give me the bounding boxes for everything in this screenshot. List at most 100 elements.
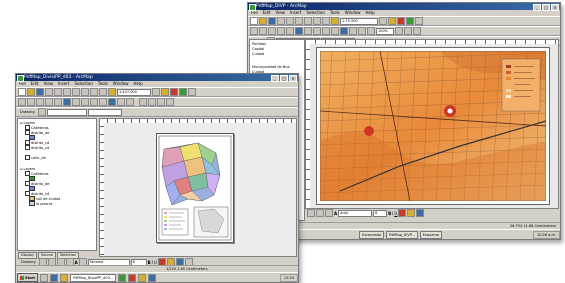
full-extent-icon[interactable] xyxy=(63,98,71,106)
delete-icon[interactable] xyxy=(81,88,89,96)
forward-extent-icon[interactable] xyxy=(81,98,89,106)
zoom-out-icon[interactable] xyxy=(27,98,35,106)
map-scale-combo[interactable]: 1:75,500 xyxy=(340,17,378,25)
save-icon[interactable] xyxy=(36,88,44,96)
font-size-combo[interactable]: 8 xyxy=(373,209,388,217)
paste-icon[interactable] xyxy=(304,17,312,25)
font-combo[interactable]: Arial xyxy=(338,209,373,217)
help-icon[interactable] xyxy=(188,88,196,96)
map-scale-combo[interactable]: 1:447,000 xyxy=(117,88,151,96)
menu-selection[interactable]: Selection xyxy=(306,10,324,16)
open-icon[interactable] xyxy=(259,17,267,25)
menu-tools[interactable]: Tools xyxy=(330,10,340,16)
text-tool-icon[interactable]: A xyxy=(334,211,337,216)
save-icon[interactable] xyxy=(268,17,276,25)
measure-icon[interactable] xyxy=(126,98,134,106)
arctoolbox-icon[interactable] xyxy=(170,88,178,96)
fixed-zoom-out-icon[interactable] xyxy=(277,27,285,35)
full-extent-icon[interactable] xyxy=(295,27,303,35)
forward-extent-icon[interactable] xyxy=(313,27,321,35)
layout-pan-icon[interactable] xyxy=(404,27,412,35)
select-elements-icon[interactable] xyxy=(331,27,339,35)
taskbar-task[interactable]: Esquema xyxy=(419,230,442,239)
drawing-menu[interactable]: Drawing xyxy=(19,260,38,264)
layout-fixed-icon[interactable] xyxy=(166,98,174,106)
taskbar-icon[interactable] xyxy=(118,273,127,282)
menu-insert[interactable]: Insert xyxy=(58,81,69,87)
undo-icon[interactable] xyxy=(322,17,330,25)
fixed-zoom-in-icon[interactable] xyxy=(268,27,276,35)
layer-checkbox[interactable] xyxy=(25,145,30,150)
taskbar-task[interactable]: PdfMap_DIVP... xyxy=(385,230,418,239)
add-data-icon[interactable] xyxy=(108,88,116,96)
pan-icon[interactable] xyxy=(54,98,62,106)
taskbar-icon[interactable] xyxy=(138,273,147,282)
zoom-out-icon[interactable] xyxy=(259,27,267,35)
menu-view[interactable]: View xyxy=(275,10,285,16)
delete-icon[interactable] xyxy=(313,17,321,25)
identify-icon[interactable] xyxy=(108,98,116,106)
model-icon[interactable] xyxy=(179,88,187,96)
menu-insert[interactable]: Insert xyxy=(290,10,301,16)
menu-help[interactable]: Help xyxy=(366,10,375,16)
menu-window[interactable]: Window xyxy=(113,81,129,87)
italic-icon[interactable]: I xyxy=(392,211,393,216)
sketch-icon[interactable] xyxy=(37,108,46,116)
menu-edit[interactable]: Edit xyxy=(31,81,39,87)
rectangle-icon[interactable] xyxy=(325,209,333,217)
hyperlink-icon[interactable] xyxy=(367,27,375,35)
close-icon[interactable]: × xyxy=(551,4,559,11)
paste-icon[interactable] xyxy=(72,88,80,96)
layout-full-icon[interactable] xyxy=(157,98,165,106)
close-icon[interactable]: × xyxy=(289,75,297,82)
back-layout-view[interactable] xyxy=(305,39,559,209)
menu-help[interactable]: Help xyxy=(134,81,143,87)
new-icon[interactable] xyxy=(250,17,258,25)
back-extent-icon[interactable] xyxy=(304,27,312,35)
fill-color-icon[interactable] xyxy=(407,209,416,217)
menu-view[interactable]: View xyxy=(43,81,53,87)
underline-icon[interactable]: U xyxy=(394,211,397,216)
italic-icon[interactable]: I xyxy=(152,260,153,265)
rotate-icon[interactable] xyxy=(316,209,324,217)
maximize-icon[interactable]: □ xyxy=(280,75,288,82)
zoom-combo[interactable]: 100% xyxy=(376,27,394,35)
fixed-zoom-in-icon[interactable] xyxy=(36,98,44,106)
catalog-icon[interactable] xyxy=(388,17,396,25)
fixed-zoom-out-icon[interactable] xyxy=(45,98,53,106)
menu-tools[interactable]: Tools xyxy=(98,81,108,87)
layout-zoom-icon[interactable] xyxy=(139,98,147,106)
find-icon[interactable] xyxy=(117,98,125,106)
layout-full-icon[interactable] xyxy=(413,27,421,35)
print-icon[interactable] xyxy=(277,17,285,25)
front-layout-view[interactable] xyxy=(99,118,297,257)
copy-icon[interactable] xyxy=(295,17,303,25)
catalog-icon[interactable] xyxy=(161,88,169,96)
quicklaunch-icon[interactable] xyxy=(39,273,48,282)
measure-icon[interactable] xyxy=(358,27,366,35)
find-icon[interactable] xyxy=(349,27,357,35)
menu-window[interactable]: Window xyxy=(345,10,361,16)
street-map[interactable] xyxy=(320,51,546,201)
new-icon[interactable] xyxy=(18,88,26,96)
add-data-icon[interactable] xyxy=(331,17,339,25)
undo-icon[interactable] xyxy=(90,88,98,96)
taskbar-task[interactable]: Escaneado xyxy=(359,230,384,239)
quicklaunch-icon[interactable] xyxy=(49,273,58,282)
start-button[interactable]: Start xyxy=(17,273,38,282)
cut-icon[interactable] xyxy=(54,88,62,96)
copy-icon[interactable] xyxy=(63,88,71,96)
menu-edit[interactable]: Edit xyxy=(263,10,271,16)
layout-zoom-icon[interactable] xyxy=(395,27,403,35)
bold-icon[interactable]: B xyxy=(148,260,151,265)
target-combo[interactable] xyxy=(87,108,122,116)
model-icon[interactable] xyxy=(406,17,414,25)
select-features-icon[interactable] xyxy=(90,98,98,106)
layer-checkbox[interactable] xyxy=(25,155,30,160)
open-icon[interactable] xyxy=(27,88,35,96)
minimize-icon[interactable]: _ xyxy=(533,4,541,11)
zoom-in-icon[interactable] xyxy=(18,98,26,106)
bold-icon[interactable]: B xyxy=(388,211,391,216)
line-color-icon[interactable] xyxy=(416,209,425,217)
back-extent-icon[interactable] xyxy=(72,98,80,106)
